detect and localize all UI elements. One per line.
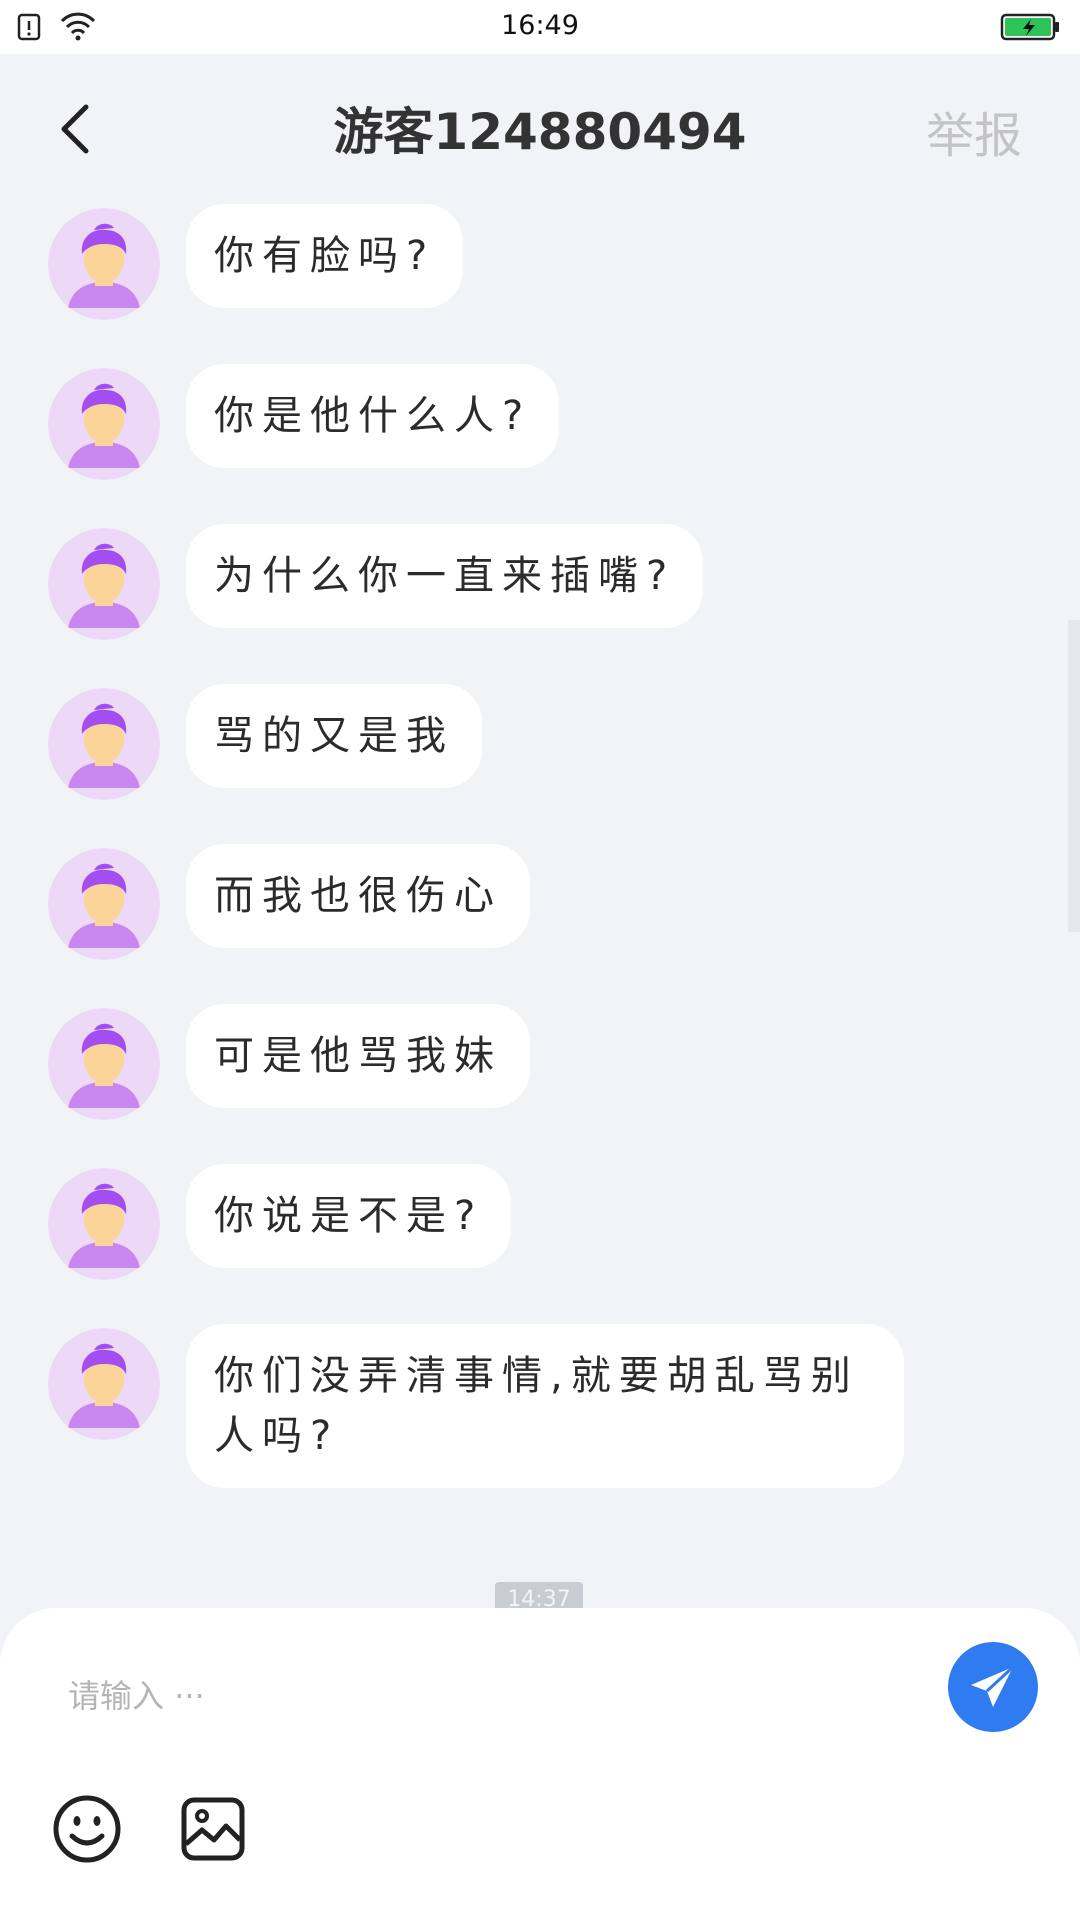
battery-charging-icon <box>1000 12 1062 46</box>
message-bubble[interactable]: 你们没弄清事情,就要胡乱骂别人吗? <box>186 1324 904 1488</box>
scrollbar[interactable] <box>1068 620 1080 932</box>
avatar[interactable] <box>48 1168 160 1280</box>
message-bubble[interactable]: 可是他骂我妹 <box>186 1004 530 1108</box>
message-bubble[interactable]: 你有脸吗? <box>186 204 464 308</box>
nav-bar: 游客124880494 举报 <box>0 54 1080 196</box>
report-button[interactable]: 举报 <box>926 96 1022 166</box>
avatar-icon <box>48 848 160 960</box>
message-bubble[interactable]: 为什么你一直来插嘴? <box>186 524 704 628</box>
avatar-icon <box>48 528 160 640</box>
image-button[interactable] <box>180 1796 246 1862</box>
avatar[interactable] <box>48 848 160 960</box>
avatar[interactable] <box>48 528 160 640</box>
avatar[interactable] <box>48 688 160 800</box>
send-plane-icon <box>971 1665 1015 1707</box>
message-bubble[interactable]: 你是他什么人? <box>186 364 560 468</box>
avatar-icon <box>48 688 160 800</box>
avatar[interactable] <box>48 368 160 480</box>
emoji-smile-icon <box>53 1795 121 1863</box>
image-picture-icon <box>181 1797 245 1861</box>
message-input[interactable] <box>66 1660 870 1732</box>
avatar-icon <box>48 1328 160 1440</box>
avatar-icon <box>48 208 160 320</box>
message-bubble[interactable]: 你说是不是? <box>186 1164 512 1268</box>
send-button[interactable] <box>948 1642 1038 1732</box>
avatar-icon <box>48 1168 160 1280</box>
status-bar: 16:49 <box>0 0 1080 54</box>
status-time: 16:49 <box>501 10 579 41</box>
avatar[interactable] <box>48 208 160 320</box>
page-title: 游客124880494 <box>333 103 747 161</box>
message-bubble[interactable]: 而我也很伤心 <box>186 844 530 948</box>
avatar[interactable] <box>48 1328 160 1440</box>
avatar-icon <box>48 368 160 480</box>
emoji-button[interactable] <box>52 1794 122 1864</box>
message-bubble[interactable]: 骂的又是我 <box>186 684 482 788</box>
avatar-icon <box>48 1008 160 1120</box>
composer-panel <box>0 1608 1080 1920</box>
avatar[interactable] <box>48 1008 160 1120</box>
